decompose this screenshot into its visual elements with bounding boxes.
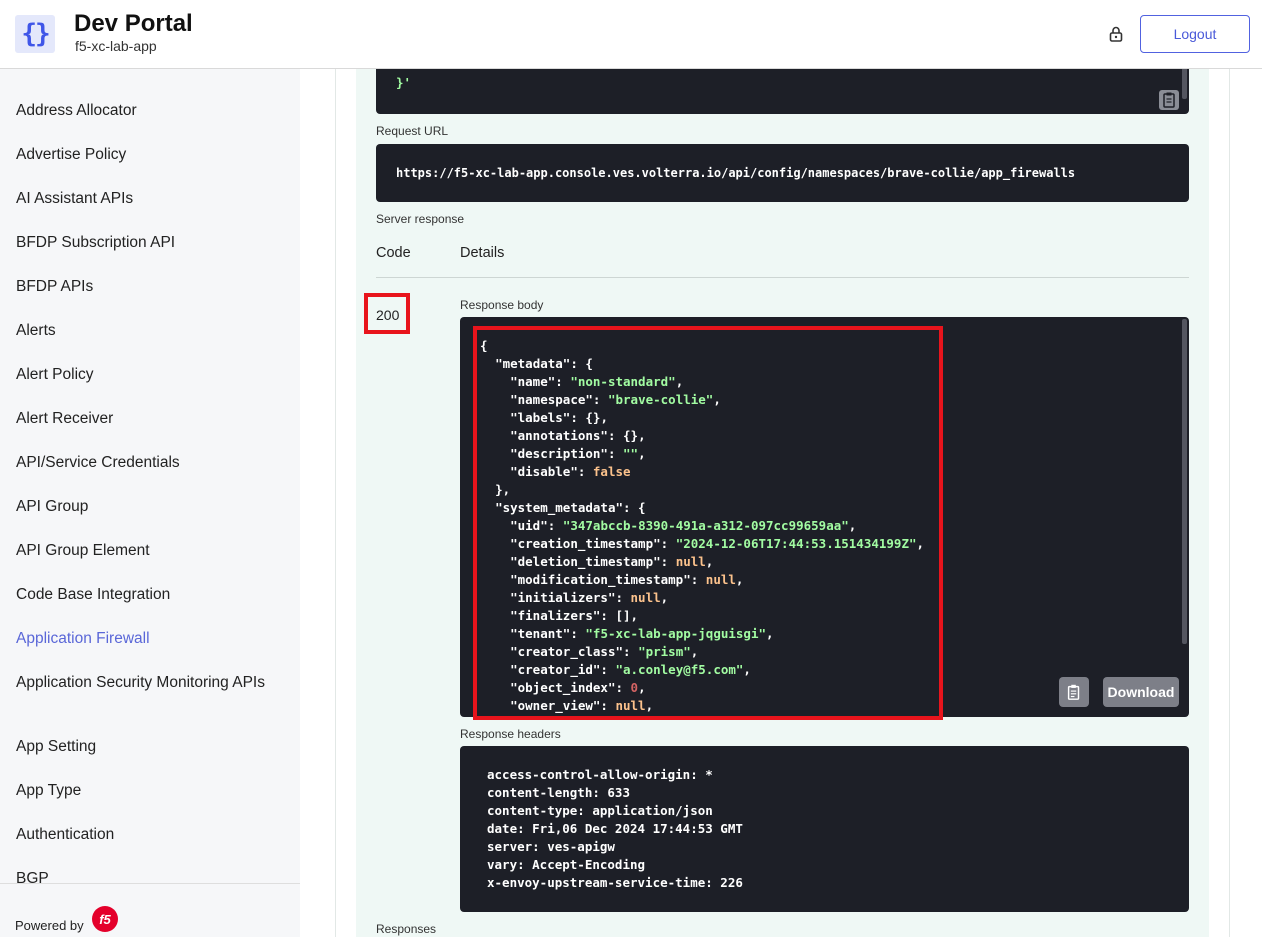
sidebar-item-application-security-monitoring-apis[interactable]: Application Security Monitoring APIs	[16, 673, 286, 693]
app-subtitle: f5-xc-lab-app	[75, 38, 157, 54]
details-column-header: Details	[460, 245, 505, 261]
highlight-box-response-body	[473, 326, 943, 720]
sidebar-item-api-group[interactable]: API Group	[16, 497, 286, 517]
copy-request-body-button[interactable]	[1159, 90, 1179, 110]
response-body-scrollbar[interactable]	[1182, 319, 1187, 644]
sidebar-item-api-group-element[interactable]: API Group Element	[16, 541, 286, 561]
download-button[interactable]: Download	[1103, 677, 1179, 707]
request-body-line: }	[396, 69, 419, 70]
sidebar-nav: Address Allocator Advertise Policy AI As…	[0, 69, 300, 937]
clipboard-icon	[1163, 92, 1175, 108]
request-url-box: https://f5-xc-lab-app.console.ves.volter…	[376, 144, 1189, 202]
logout-button[interactable]: Logout	[1140, 15, 1250, 53]
header-line: content-type: application/json	[487, 803, 713, 818]
header-line: x-envoy-upstream-service-time: 226	[487, 875, 743, 890]
sidebar-footer: Powered by f5	[0, 883, 300, 937]
sidebar-item-address-allocator[interactable]: Address Allocator	[16, 101, 286, 121]
sidebar-item-app-setting[interactable]: App Setting	[16, 737, 286, 757]
request-body-code: } }'	[376, 69, 1189, 114]
header-line: date: Fri,06 Dec 2024 17:44:53 GMT	[487, 821, 743, 836]
portal-logo-icon: {}	[15, 15, 55, 53]
sidebar-item-alert-policy[interactable]: Alert Policy	[16, 365, 286, 385]
sidebar-item-alert-receiver[interactable]: Alert Receiver	[16, 409, 286, 429]
clipboard-icon	[1067, 684, 1080, 700]
sidebar-item-advertise-policy[interactable]: Advertise Policy	[16, 145, 286, 165]
sidebar-item-authentication[interactable]: Authentication	[16, 825, 286, 845]
sidebar-item-app-type[interactable]: App Type	[16, 781, 286, 801]
table-divider	[376, 277, 1189, 278]
response-body-label: Response body	[460, 298, 544, 312]
sidebar-item-application-firewall[interactable]: Application Firewall	[16, 629, 286, 649]
request-url-label: Request URL	[376, 124, 449, 138]
request-body-scrollbar[interactable]	[1182, 69, 1187, 99]
highlight-box-status	[364, 293, 410, 334]
lock-icon[interactable]	[1107, 25, 1125, 43]
sidebar-item-bfdp-subscription-api[interactable]: BFDP Subscription API	[16, 233, 286, 253]
header-line: vary: Accept-Encoding	[487, 857, 646, 872]
header-line: server: ves-apigw	[487, 839, 615, 854]
sidebar-item-api-service-credentials[interactable]: API/Service Credentials	[16, 453, 286, 473]
powered-by-label: Powered by	[15, 918, 84, 933]
server-response-label: Server response	[376, 212, 465, 226]
header-line: access-control-allow-origin: *	[487, 767, 713, 782]
top-header: {} Dev Portal f5-xc-lab-app Logout	[0, 0, 1262, 69]
app-title: Dev Portal	[74, 10, 193, 37]
header-line: content-length: 633	[487, 785, 630, 800]
copy-response-button[interactable]	[1059, 677, 1089, 707]
request-body-line: }'	[396, 75, 412, 90]
response-headers-label: Response headers	[460, 727, 561, 741]
sidebar-item-ai-assistant-apis[interactable]: AI Assistant APIs	[16, 189, 286, 209]
request-url-text: https://f5-xc-lab-app.console.ves.volter…	[396, 166, 1076, 180]
sidebar-item-alerts[interactable]: Alerts	[16, 321, 286, 341]
sidebar-item-bfdp-apis[interactable]: BFDP APIs	[16, 277, 286, 297]
responses-label: Responses	[376, 922, 437, 936]
main-content: } }' Request URL https://f5-xc-lab-app.c…	[300, 69, 1262, 937]
sidebar-item-code-base-integration[interactable]: Code Base Integration	[16, 585, 286, 605]
code-column-header: Code	[376, 245, 411, 261]
response-headers-box: access-control-allow-origin: * content-l…	[460, 746, 1189, 912]
f5-logo-icon: f5	[92, 906, 118, 932]
